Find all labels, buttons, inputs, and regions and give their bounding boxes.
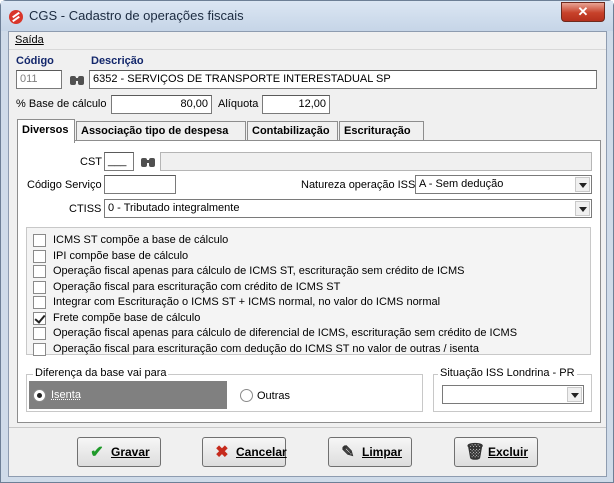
diferenca-base-group: Diferença da base vai para Isenta Outras — [26, 367, 423, 412]
radio-isenta-label: Isenta — [51, 389, 81, 401]
cst-label: CST — [80, 156, 102, 168]
situacao-iss-group: Situação ISS Londrina - PR — [433, 367, 592, 412]
tab-escrituracao[interactable]: Escrituração — [339, 121, 424, 141]
search-cst-icon[interactable] — [140, 155, 156, 169]
chevron-down-icon[interactable] — [575, 177, 590, 192]
descricao-field[interactable]: 6352 - SERVIÇOS DE TRANSPORTE INTERESTAD… — [89, 70, 597, 89]
menu-item-saida[interactable]: Saída — [15, 34, 44, 46]
checkbox-label: Operação fiscal apenas para cálculo de I… — [53, 265, 465, 277]
limpar-button[interactable]: ✎ Limpar — [328, 437, 412, 467]
radio-isenta[interactable] — [33, 389, 46, 402]
client-area: Saída Código Descrição 011 6352 - SERVIÇ… — [8, 31, 607, 477]
excluir-label: Excluir — [488, 445, 529, 459]
limpar-label: Limpar — [362, 445, 403, 459]
gravar-label: Gravar — [111, 445, 150, 459]
situacao-iss-label: Situação ISS Londrina - PR — [438, 367, 577, 379]
cancelar-label: Cancelar — [236, 445, 287, 459]
chevron-down-icon[interactable] — [575, 201, 590, 216]
cst-description-field — [160, 152, 592, 171]
tab-contabilizacao[interactable]: Contabilização — [247, 121, 338, 141]
checkbox-box[interactable] — [33, 265, 46, 278]
checkbox-box[interactable] — [33, 343, 46, 356]
checkbox-box[interactable] — [33, 296, 46, 309]
cst-field[interactable]: ___ — [104, 152, 134, 171]
diferenca-base-label: Diferença da base vai para — [33, 367, 169, 379]
title-bar[interactable]: CGS - Cadastro de operações fiscais ✕ — [1, 1, 613, 31]
checkbox-label: IPI compõe base de cálculo — [53, 250, 189, 262]
checkbox-box[interactable] — [33, 327, 46, 340]
window-title: CGS - Cadastro de operações fiscais — [29, 8, 244, 23]
checkbox-box[interactable] — [33, 281, 46, 294]
ctiss-value: 0 - Tributado integralmente — [108, 202, 240, 214]
gravar-button[interactable]: ✔ Gravar — [77, 437, 161, 467]
codigo-field[interactable]: 011 — [16, 70, 62, 89]
tab-diversos[interactable]: Diversos — [17, 119, 75, 143]
checkbox-box[interactable] — [33, 250, 46, 263]
tab-associacao-tipo-despesa[interactable]: Associação tipo de despesa — [76, 121, 246, 141]
aliquota-field[interactable]: 12,00 — [262, 95, 330, 114]
aliquota-label: Alíquota — [218, 98, 259, 110]
checkbox-label: Operação fiscal apenas para cálculo de d… — [53, 327, 518, 339]
diversos-panel: CST ___ Código Serviço Natureza operação… — [17, 140, 601, 423]
base-calculo-label: % Base de cálculo — [16, 98, 107, 110]
checkbox-label: Operação fiscal para escrituração com cr… — [53, 281, 341, 293]
checkbox-label: Operação fiscal para escrituração com de… — [53, 343, 479, 355]
cancelar-button[interactable]: ✖ Cancelar — [202, 437, 287, 467]
excluir-button[interactable]: 🗑 Excluir — [454, 437, 538, 467]
app-logo-icon — [9, 10, 23, 24]
search-codigo-icon[interactable] — [69, 73, 85, 87]
natureza-iss-select[interactable]: A - Sem dedução — [415, 175, 592, 194]
check-icon: ✔ — [90, 444, 104, 461]
ctiss-label: CTISS — [69, 203, 102, 215]
checkbox-label: Frete compõe base de cálculo — [53, 312, 201, 324]
radio-outras-label: Outras — [257, 390, 291, 402]
x-icon: ✖ — [215, 444, 229, 461]
checkbox-label: Integrar com Escrituração o ICMS ST + IC… — [53, 296, 441, 308]
options-checkbox-group: ICMS ST compõe a base de cálculo IPI com… — [26, 227, 591, 356]
broom-icon: ✎ — [341, 444, 355, 461]
codigo-label: Código — [16, 55, 54, 67]
descricao-label: Descrição — [91, 55, 144, 67]
checkbox-box[interactable] — [33, 234, 46, 247]
radio-isenta-option[interactable]: Isenta — [29, 381, 227, 409]
main-window: CGS - Cadastro de operações fiscais ✕ Sa… — [0, 0, 614, 483]
base-calculo-field[interactable]: 80,00 — [111, 95, 212, 114]
ctiss-select[interactable]: 0 - Tributado integralmente — [104, 199, 592, 218]
trash-icon: 🗑 — [465, 444, 486, 461]
natureza-iss-label: Natureza operação ISS — [301, 179, 416, 191]
codigo-servico-label: Código Serviço — [27, 179, 102, 191]
codigo-servico-field[interactable] — [104, 175, 176, 194]
menu-bar: Saída — [9, 32, 606, 50]
natureza-iss-value: A - Sem dedução — [419, 178, 504, 190]
button-bar: ✔ Gravar ✖ Cancelar ✎ Limpar 🗑 Excluir — [9, 427, 606, 476]
close-button[interactable]: ✕ — [561, 2, 605, 22]
situacao-iss-select[interactable] — [442, 385, 584, 404]
checkbox-label: ICMS ST compõe a base de cálculo — [53, 234, 229, 246]
chevron-down-icon[interactable] — [567, 387, 582, 402]
checkbox-box-checked[interactable] — [33, 312, 46, 325]
radio-outras[interactable] — [240, 389, 253, 402]
